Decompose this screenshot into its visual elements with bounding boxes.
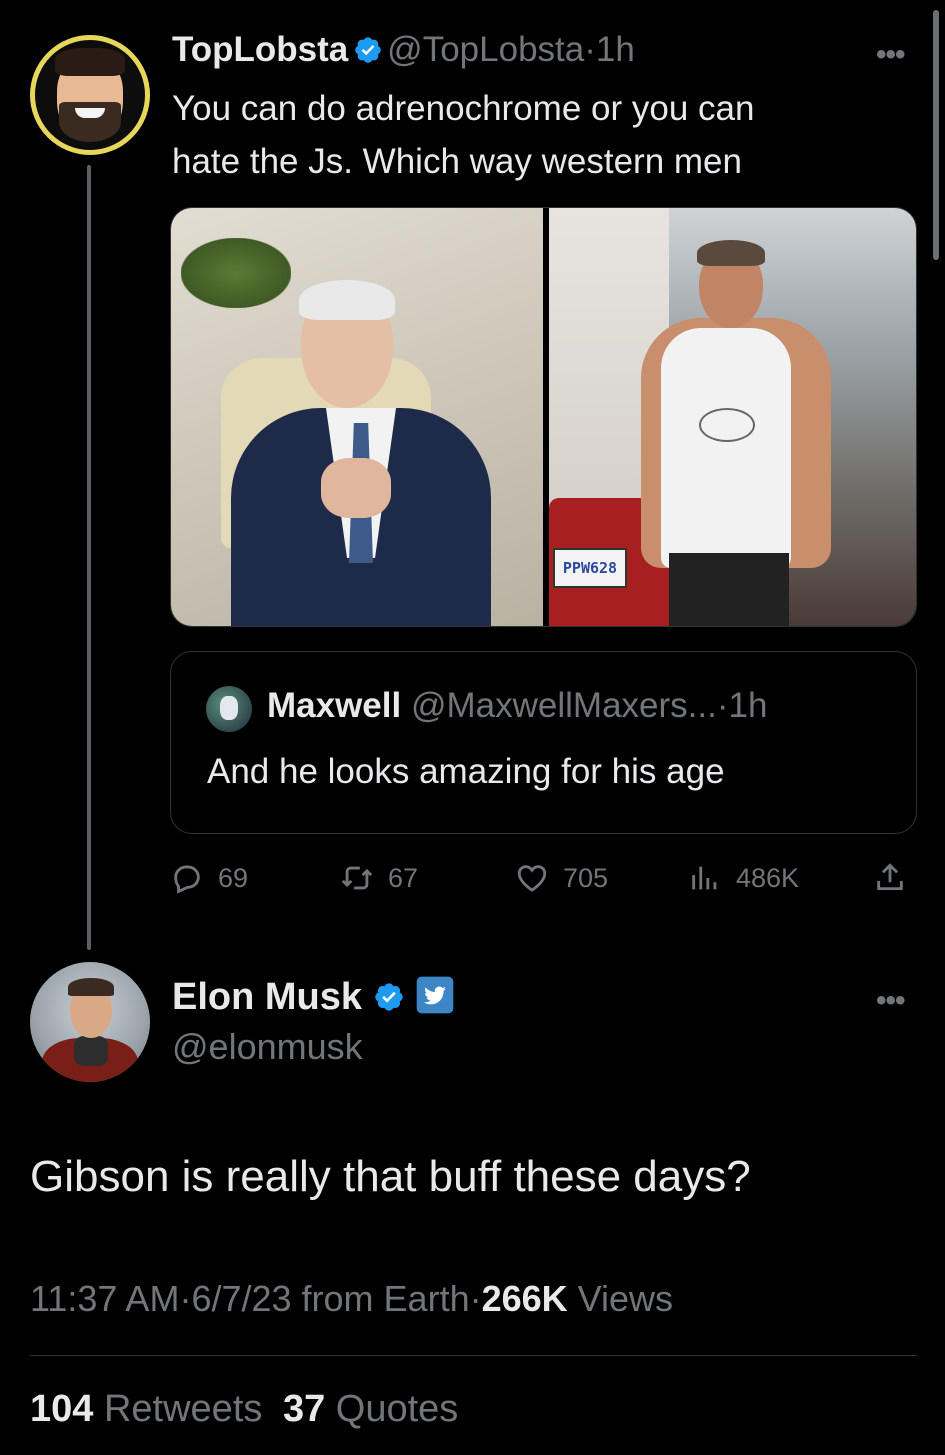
tweet-time[interactable]: 1h <box>596 30 635 69</box>
elon-avatar[interactable] <box>30 962 150 1082</box>
toplobsta-avatar[interactable] <box>30 35 150 155</box>
reply-button[interactable]: 69 <box>170 856 248 900</box>
share-icon <box>877 863 903 891</box>
dot-separator: · <box>584 30 596 69</box>
like-count: 705 <box>563 862 609 893</box>
tweet-header: TopLobsta @TopLobsta·1h <box>172 30 635 70</box>
media-photo-right[interactable]: PPW628 <box>549 208 916 626</box>
dot-separator: · <box>469 1278 482 1319</box>
more-icon[interactable]: ••• <box>876 984 905 1018</box>
reply-header: Elon Musk <box>172 975 455 1019</box>
reply-time[interactable]: 11:37 AM <box>30 1278 179 1319</box>
reply-views-count: 266K <box>481 1278 568 1319</box>
quoted-tweet-header: Maxwell @MaxwellMaxers...·1h <box>267 686 767 726</box>
tweet-media[interactable]: PPW628 <box>170 207 917 627</box>
license-plate: PPW628 <box>553 548 627 588</box>
reply-count: 69 <box>218 862 249 893</box>
twitter-bird-icon <box>416 976 454 1014</box>
reply-author-name[interactable]: Elon Musk <box>172 976 362 1018</box>
reply-icon <box>174 865 200 894</box>
verified-badge-icon <box>354 37 381 63</box>
retweet-button[interactable]: 67 <box>340 856 418 900</box>
retweets-stat[interactable]: 104 Retweets <box>30 1388 262 1430</box>
like-button[interactable]: 705 <box>515 856 608 900</box>
like-icon <box>517 865 547 892</box>
author-handle[interactable]: @TopLobsta <box>387 30 584 69</box>
quoted-tweet-time: 1h <box>728 686 768 725</box>
retweets-label: Retweets <box>103 1388 263 1430</box>
retweet-count: 67 <box>388 862 419 893</box>
reply-date[interactable]: 6/7/23 <box>191 1278 291 1319</box>
more-icon[interactable]: ••• <box>876 38 905 72</box>
quotes-label: Quotes <box>335 1388 459 1430</box>
divider <box>30 1355 917 1356</box>
author-name[interactable]: TopLobsta <box>172 30 348 69</box>
dot-separator: · <box>179 1278 192 1319</box>
retweet-icon <box>341 866 373 890</box>
quoted-author-avatar <box>206 686 252 732</box>
views-button[interactable]: 486K <box>688 856 799 900</box>
reply-source: from Earth <box>301 1278 470 1319</box>
reply-author-handle[interactable]: @elonmusk <box>172 1026 363 1068</box>
tweet-text-line: hate the Js. Which way western men <box>172 142 742 181</box>
quotes-stat[interactable]: 37 Quotes <box>283 1388 458 1430</box>
quoted-tweet[interactable]: Maxwell @MaxwellMaxers...·1h And he look… <box>170 651 917 834</box>
verified-badge-icon <box>374 983 403 1011</box>
tweet-text: You can do adrenochrome or you can hate … <box>172 82 754 188</box>
reply-views-label: Views <box>577 1278 674 1319</box>
tweet-actions: 69 67 705 486K <box>170 856 917 900</box>
views-count: 486K <box>736 862 800 893</box>
engagement-stats: 104 Retweets 37 Quotes <box>30 1388 458 1431</box>
tweet-text-line: You can do adrenochrome or you can <box>172 89 755 128</box>
media-photo-left[interactable] <box>171 208 543 626</box>
dot-separator: · <box>716 686 729 725</box>
scrollbar[interactable] <box>933 10 939 260</box>
retweets-count: 104 <box>30 1388 94 1430</box>
quotes-count: 37 <box>282 1388 326 1430</box>
reply-text: Gibson is really that buff these days? <box>30 1152 751 1201</box>
views-icon <box>692 866 717 890</box>
quoted-author-name: Maxwell <box>267 686 402 725</box>
quoted-author-handle: @MaxwellMaxers... <box>410 686 717 725</box>
share-button[interactable] <box>873 856 921 900</box>
quoted-tweet-text: And he looks amazing for his age <box>207 752 725 791</box>
reply-meta: 11:37 AM·6/7/23 from Earth·266K Views <box>30 1278 673 1320</box>
thread-line <box>87 165 91 950</box>
